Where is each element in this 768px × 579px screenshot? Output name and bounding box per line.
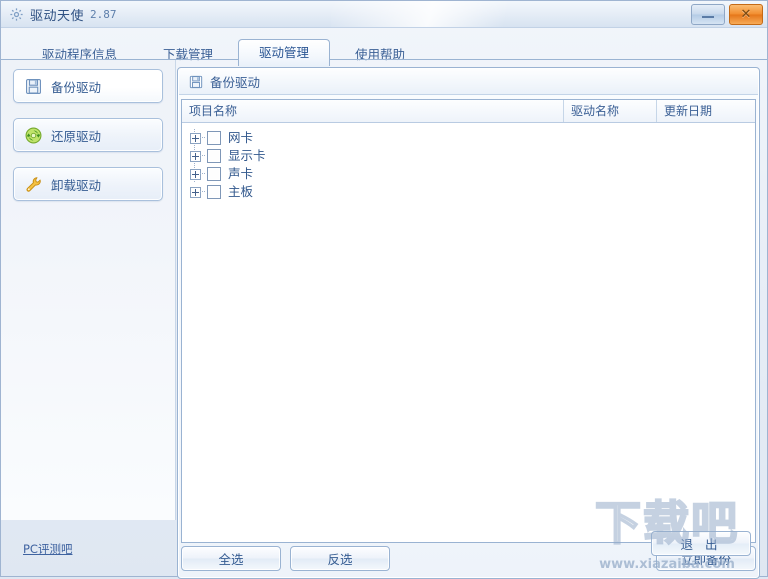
sidebar-item-backup-driver[interactable]: 备份驱动 [13, 69, 163, 103]
tree-guide-line [200, 191, 206, 192]
column-header-driver-name[interactable]: 驱动名称 [564, 100, 657, 122]
expand-icon[interactable] [190, 168, 201, 180]
row-checkbox[interactable] [207, 167, 221, 181]
table-row[interactable]: 主板 [190, 183, 755, 201]
title-bar-left: 驱动天使 2.87 [9, 5, 117, 24]
table-row[interactable]: 网卡 [190, 129, 755, 147]
expand-icon[interactable] [190, 132, 201, 144]
refresh-circle-icon [25, 127, 42, 144]
sidebar-item-restore-driver[interactable]: 还原驱动 [13, 118, 163, 152]
application-window: 驱动天使 2.87 ✕ 驱动程序信息 下载管理 驱动管理 使用帮助 备份驱动 还… [0, 0, 768, 579]
expand-icon[interactable] [190, 150, 201, 162]
window-controls: ✕ [691, 4, 763, 25]
app-title: 驱动天使 [30, 9, 85, 24]
row-label: 显示卡 [228, 148, 266, 163]
driver-list: 项目名称 驱动名称 更新日期 网卡 显示卡 声卡 主板 [181, 99, 756, 543]
gear-icon [9, 7, 24, 22]
row-checkbox[interactable] [207, 131, 221, 145]
tree-guide-line [200, 173, 206, 174]
sidebar-item-label: 备份驱动 [51, 79, 102, 95]
title-bar: 驱动天使 2.87 ✕ [1, 1, 767, 28]
tab-driver-management[interactable]: 驱动管理 [238, 39, 331, 67]
tree-guide-line [200, 137, 206, 138]
sidebar-item-uninstall-driver[interactable]: 卸载驱动 [13, 167, 163, 201]
row-label: 声卡 [228, 166, 254, 181]
panel-title: 备份驱动 [210, 75, 261, 90]
list-header: 项目名称 驱动名称 更新日期 [182, 100, 755, 123]
tab-strip: 驱动程序信息 下载管理 驱动管理 使用帮助 [1, 27, 767, 67]
sidebar-item-label: 卸载驱动 [51, 177, 102, 193]
row-checkbox[interactable] [207, 149, 221, 163]
column-header-update-date[interactable]: 更新日期 [657, 100, 755, 122]
sidebar: 备份驱动 还原驱动 卸载驱动 PC评测吧 [1, 60, 176, 556]
tree-guide-line [200, 155, 206, 156]
table-row[interactable]: 显示卡 [190, 147, 755, 165]
main-panel: 备份驱动 项目名称 驱动名称 更新日期 网卡 显示卡 声卡 主板 全选 反选 立… [177, 67, 760, 579]
driver-tree: 网卡 显示卡 声卡 主板 [182, 123, 755, 201]
row-label: 网卡 [228, 130, 254, 145]
row-label: 主板 [228, 184, 254, 199]
wrench-icon [25, 176, 42, 193]
floppy-disk-icon [189, 75, 203, 89]
tab-list: 驱动程序信息 下载管理 驱动管理 使用帮助 [21, 27, 430, 67]
close-icon: ✕ [740, 7, 752, 22]
minimize-button[interactable] [691, 4, 725, 25]
floppy-disk-icon [25, 78, 42, 95]
panel-header: 备份驱动 [179, 69, 758, 95]
bottom-bar: 退 出 [1, 520, 767, 576]
row-checkbox[interactable] [207, 185, 221, 199]
sidebar-item-label: 还原驱动 [51, 128, 102, 144]
app-version: 2.87 [90, 8, 117, 21]
expand-icon[interactable] [190, 186, 201, 198]
close-button[interactable]: ✕ [729, 4, 763, 25]
content-area: 备份驱动 还原驱动 卸载驱动 PC评测吧 备份驱动 项目名称 驱动名称 更新日期… [1, 60, 767, 579]
column-header-item-name[interactable]: 项目名称 [182, 100, 564, 122]
table-row[interactable]: 声卡 [190, 165, 755, 183]
exit-button[interactable]: 退 出 [651, 531, 751, 556]
